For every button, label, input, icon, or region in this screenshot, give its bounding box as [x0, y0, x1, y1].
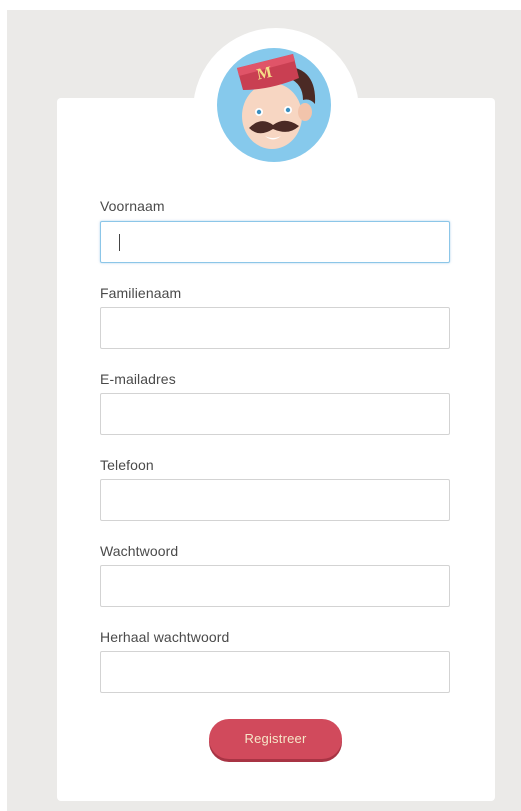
password-label: Wachtwoord	[100, 543, 179, 559]
register-button[interactable]: Registreer	[209, 719, 342, 759]
phone-label: Telefoon	[100, 457, 154, 473]
first-name-input[interactable]	[100, 221, 450, 263]
mascot-avatar-icon: M	[217, 48, 331, 162]
repeat-password-input[interactable]	[100, 651, 450, 693]
phone-input[interactable]	[100, 479, 450, 521]
repeat-password-label: Herhaal wachtwoord	[100, 629, 230, 645]
text-caret	[119, 234, 120, 251]
email-input[interactable]	[100, 393, 450, 435]
first-name-label: Voornaam	[100, 198, 165, 214]
last-name-label: Familienaam	[100, 285, 182, 301]
last-name-input[interactable]	[100, 307, 450, 349]
password-input[interactable]	[100, 565, 450, 607]
email-label: E-mailadres	[100, 371, 176, 387]
